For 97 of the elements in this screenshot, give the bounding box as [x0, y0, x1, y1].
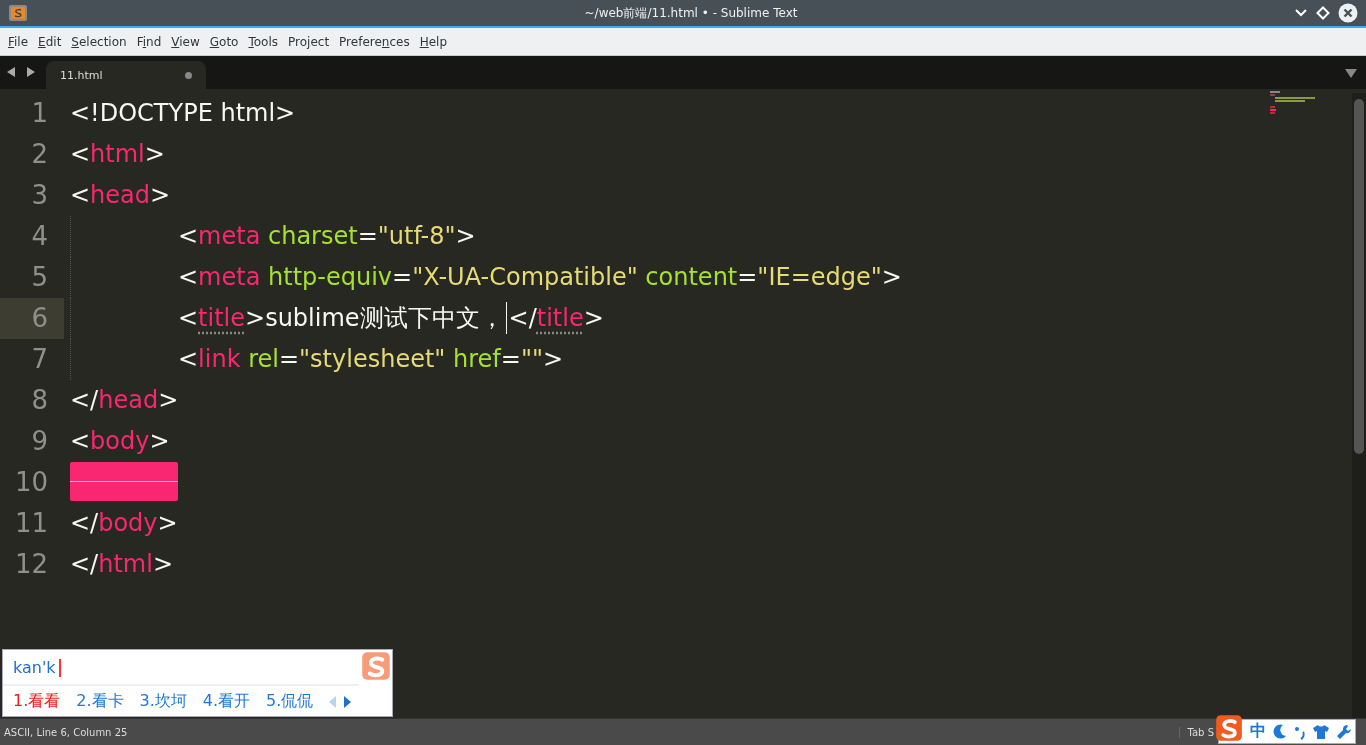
code-token: = — [737, 262, 758, 293]
code-token: title — [198, 303, 246, 334]
file-tab[interactable]: 11.html — [46, 61, 206, 89]
ime-candidate[interactable]: 1.看看 — [13, 691, 61, 712]
code-token: meta — [198, 262, 261, 293]
code-token: html — [98, 549, 153, 580]
code-token: > — [583, 303, 604, 334]
code-token: </ — [70, 549, 99, 580]
minimize-icon[interactable] — [1294, 8, 1308, 18]
code-token: href — [452, 344, 501, 375]
menu-item[interactable]: Find — [131, 34, 167, 49]
code-token: </ — [70, 508, 99, 539]
input-mode-toggle[interactable]: 中 — [1250, 721, 1266, 742]
line-number: 7 — [30, 343, 49, 376]
ime-candidate[interactable]: 3.坎坷 — [139, 691, 187, 712]
tab-nav-icon[interactable] — [6, 67, 36, 77]
ime-candidate[interactable]: 2.看卡 — [76, 691, 124, 712]
code-token: = — [278, 344, 300, 375]
menu-item[interactable]: Project — [283, 34, 335, 49]
tab-size-label[interactable]: Tab S — [1178, 726, 1214, 738]
moon-icon[interactable] — [1273, 723, 1287, 740]
code-token: > — [158, 385, 179, 416]
code-token: </ — [70, 385, 99, 416]
tab-label: 11.html — [60, 68, 103, 82]
code-token: > — [542, 344, 564, 375]
code-token: > — [152, 549, 173, 580]
code-token: > — [157, 508, 178, 539]
maximize-icon[interactable] — [1316, 6, 1330, 20]
code-token: body — [98, 508, 158, 539]
code-token: http-equiv — [267, 262, 392, 293]
code-token: title — [536, 303, 584, 334]
line-number: 2 — [30, 138, 49, 171]
code-token: head — [98, 385, 159, 416]
ime-candidate[interactable]: 5.侃侃 — [266, 691, 314, 712]
menu-item[interactable]: Preferences — [334, 34, 415, 49]
code-token: > — [144, 139, 165, 170]
line-number: 6 — [0, 298, 64, 339]
menu-item[interactable]: Selection — [66, 34, 132, 49]
line-number: 11 — [13, 507, 49, 540]
code-token: meta — [198, 221, 261, 252]
code-token: > — [881, 262, 902, 293]
wrench-icon[interactable] — [1336, 723, 1352, 740]
code-token: head — [90, 180, 151, 211]
menu-item[interactable]: View — [166, 34, 205, 49]
minimap-drawing — [1270, 91, 1316, 115]
scrollbar-thumb[interactable] — [1354, 99, 1364, 454]
menu-item[interactable]: Tools — [243, 34, 284, 49]
close-icon[interactable] — [1338, 3, 1358, 23]
code-token: rel — [247, 344, 279, 375]
line-number: 8 — [30, 384, 49, 417]
code-token: <!DOCTYPE html> — [70, 98, 296, 129]
ime-candidate[interactable]: 4.看开 — [202, 691, 251, 712]
line-number: 9 — [30, 425, 49, 458]
menu-item[interactable]: Goto — [204, 34, 244, 49]
code-token: < — [178, 344, 199, 375]
code-token: < — [178, 262, 199, 293]
code-token: content — [644, 262, 738, 293]
code-token: "" — [520, 344, 543, 375]
code-token: > — [455, 221, 476, 252]
code-token: "IE=edge" — [757, 262, 882, 293]
ime-caret — [58, 658, 61, 677]
line-number: 10 — [13, 466, 49, 499]
code-token: html — [90, 139, 145, 170]
code-token: = — [500, 344, 521, 375]
line-number: 4 — [30, 220, 49, 253]
menu-item[interactable]: Edit — [33, 34, 67, 49]
code-token: "X-UA-Compatible" — [412, 262, 638, 293]
code-token: < — [178, 221, 199, 252]
shirt-icon[interactable] — [1313, 723, 1329, 740]
code-token: "utf-8" — [377, 221, 456, 252]
logo-icon — [361, 651, 391, 681]
menu-item[interactable]: File — [3, 34, 34, 49]
menu-item[interactable]: Help — [414, 34, 453, 49]
code-token: < — [70, 426, 91, 457]
code-token: link — [198, 344, 241, 375]
ime-input-text: kan'k — [13, 658, 56, 677]
line-number: 5 — [30, 261, 49, 294]
next-page-icon[interactable] — [343, 695, 352, 708]
status-text: ASCII, Line 6, Column 25 — [4, 726, 128, 738]
code-token: charset — [267, 221, 358, 252]
line-number: 12 — [13, 548, 49, 581]
code-token: </ — [508, 303, 537, 334]
window-title: ~/web前端/11.html • - Sublime Text — [583, 4, 799, 22]
line-number: 1 — [30, 97, 49, 130]
dropdown-icon[interactable] — [1345, 69, 1357, 78]
code-token: = — [357, 221, 378, 252]
app-icon — [8, 4, 28, 22]
code-token: < — [70, 139, 91, 170]
line-number: 3 — [30, 179, 49, 212]
code-token: "stylesheet" — [299, 344, 446, 375]
code-token: > — [149, 426, 170, 457]
code-token: < — [178, 303, 199, 334]
code-token: body — [90, 426, 150, 457]
code-token: < — [70, 180, 91, 211]
code-token: = — [392, 262, 413, 293]
code-token: > — [150, 180, 171, 211]
code-token: >sublime测试下中文， — [245, 303, 504, 334]
